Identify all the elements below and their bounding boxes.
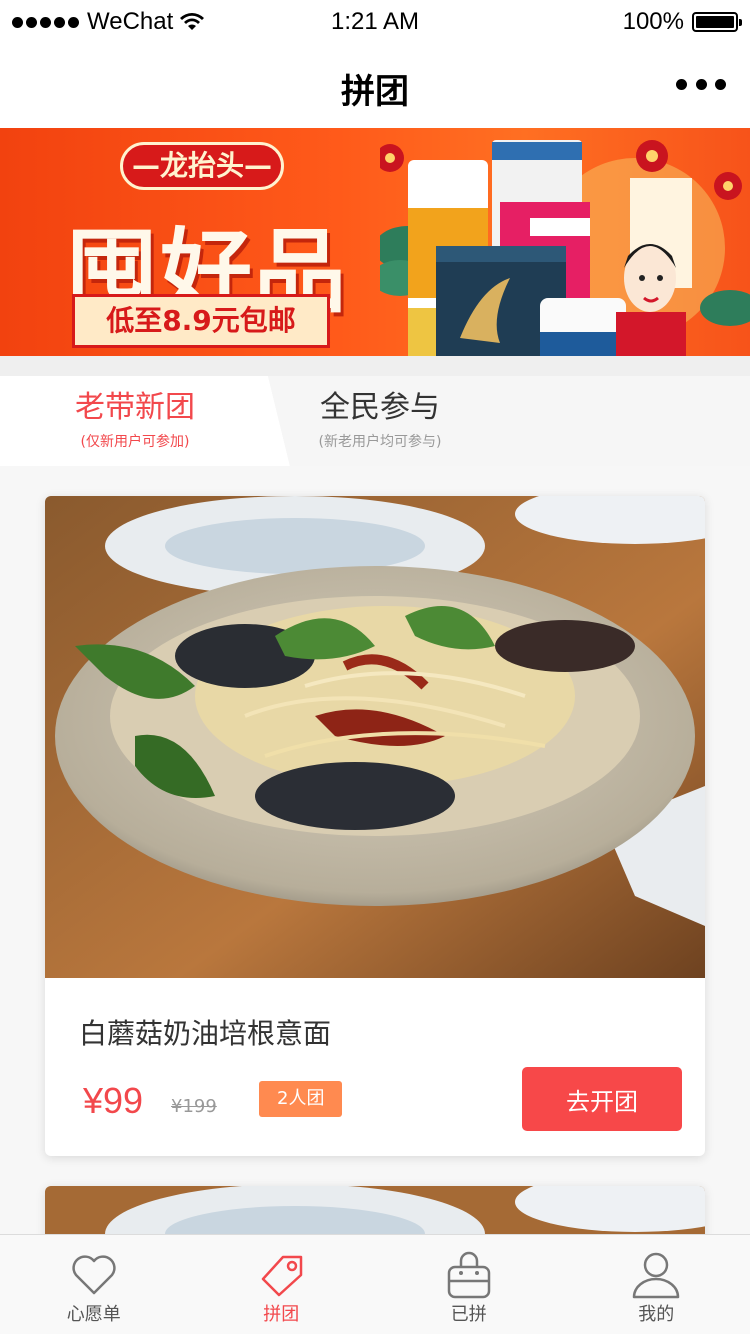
product-name: 白蘑菇奶油培根意面 xyxy=(79,1017,332,1050)
tab-note: (仅新用户可参加) xyxy=(80,434,190,450)
tab-note: (新老用户均可参与) xyxy=(318,434,442,450)
tabbar-label: 心愿单 xyxy=(66,1304,121,1325)
tabbar-label: 已拼 xyxy=(450,1304,487,1325)
status-bar: WeChat 1:21 AM 100% xyxy=(0,0,750,44)
more-dots-icon[interactable] xyxy=(676,72,726,96)
tag-icon xyxy=(262,1255,303,1297)
banner-subline: 低至8.9元包邮 xyxy=(72,294,330,348)
heart-icon xyxy=(72,1255,116,1295)
tabbar-item-joined[interactable]: 已拼 xyxy=(375,1235,563,1334)
promo-banner[interactable]: —龙抬头— 囤好品 低至8.9元包邮 xyxy=(0,128,750,356)
battery-fill xyxy=(696,16,734,28)
tab-label: 全民参与 xyxy=(320,390,440,425)
product-price: ¥99 xyxy=(83,1080,144,1121)
page: WeChat 1:21 AM 100% 拼团 —龙抬头— 囤好品 低至8.9元包… xyxy=(0,0,750,1334)
tab-label: 老带新团 xyxy=(75,390,195,425)
tabbar-label: 我的 xyxy=(638,1304,675,1325)
user-icon xyxy=(633,1252,680,1299)
bottom-tab-bar: 心愿单 拼团 已拼 我的 xyxy=(0,1234,750,1334)
banner-tag: —龙抬头— xyxy=(120,142,284,190)
banner-products-image xyxy=(380,140,750,356)
tabbar-label: 拼团 xyxy=(263,1304,300,1325)
product-original-price: ¥199 xyxy=(171,1096,217,1117)
page-title: 拼团 xyxy=(341,72,409,112)
nav-bar: 拼团 xyxy=(0,44,750,128)
tabbar-item-wishlist[interactable]: 心愿单 xyxy=(0,1235,188,1334)
group-type-tabs: 老带新团 (仅新用户可参加) 全民参与 (新老用户均可参与) xyxy=(0,356,750,466)
battery-icon xyxy=(692,12,742,32)
start-group-button[interactable]: 去开团 xyxy=(522,1067,682,1131)
group-size-badge: 2人团 xyxy=(259,1081,343,1117)
bag-icon xyxy=(447,1251,490,1299)
tabbar-item-mine[interactable]: 我的 xyxy=(563,1235,750,1334)
battery-percent: 100% xyxy=(622,8,684,35)
tabbar-item-group-buy[interactable]: 拼团 xyxy=(188,1235,376,1334)
product-photo xyxy=(45,496,705,978)
tab-everyone-group[interactable]: 全民参与 (新老用户均可参与) xyxy=(290,386,470,454)
status-right: 100% xyxy=(622,8,742,36)
product-card[interactable]: 白蘑菇奶油培根意面 ¥99 ¥199 2人团 去开团 xyxy=(45,496,705,1156)
tab-new-user-group[interactable]: 老带新团 (仅新用户可参加) xyxy=(40,386,230,454)
